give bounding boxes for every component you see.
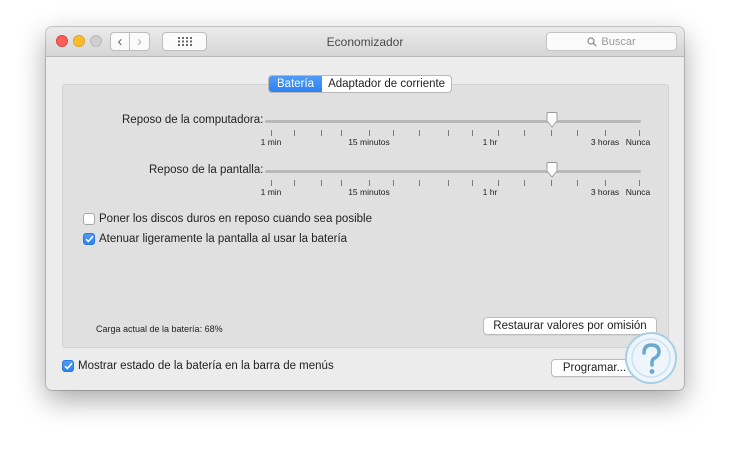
tick-label: 15 minutos	[348, 137, 390, 147]
tick-mark	[577, 180, 579, 186]
tick-mark	[392, 180, 394, 186]
help-logo-icon	[625, 332, 677, 384]
checkmark-icon	[84, 235, 94, 243]
show-battery-status-label: Mostrar estado de la batería en la barra…	[78, 360, 334, 372]
dim-display-option[interactable]: Atenuar ligeramente la pantalla al usar …	[83, 233, 347, 245]
computer-sleep-ticks	[265, 130, 641, 138]
title-bar: ‹ › Economizador Buscar	[46, 27, 684, 57]
tab-power-adapter[interactable]: Adaptador de corriente	[322, 76, 451, 92]
tick-label: 1 hr	[482, 187, 498, 197]
display-sleep-label: Reposo de la pantalla:	[149, 164, 264, 176]
tick-label: 15 minutos	[348, 187, 390, 197]
show-battery-status-checkbox[interactable]	[62, 360, 74, 372]
computer-sleep-slider[interactable]	[265, 112, 641, 132]
tick-mark	[369, 130, 371, 136]
tick-mark	[294, 130, 296, 136]
tick-mark	[271, 180, 273, 186]
preferences-window: ‹ › Economizador Buscar Batería Adaptado…	[46, 27, 684, 390]
tick-mark	[448, 130, 450, 136]
slider-knob[interactable]	[546, 162, 558, 178]
tick-mark	[341, 130, 343, 136]
slider-track	[265, 170, 641, 173]
tick-mark	[471, 130, 473, 136]
tick-label: Nunca	[625, 137, 651, 147]
show-battery-status-option[interactable]: Mostrar estado de la batería en la barra…	[62, 360, 334, 372]
tick-label: 1 min	[260, 187, 282, 197]
tick-mark	[471, 180, 473, 186]
display-sleep-slider[interactable]	[265, 162, 641, 182]
search-icon	[587, 36, 598, 47]
tick-label: 1 hr	[482, 137, 498, 147]
tick-mark	[605, 180, 607, 186]
tick-mark	[369, 180, 371, 186]
tick-mark	[524, 130, 526, 136]
disk-sleep-label: Poner los discos duros en reposo cuando …	[99, 213, 372, 225]
tick-mark	[448, 180, 450, 186]
tick-mark	[639, 130, 641, 136]
disk-sleep-option[interactable]: Poner los discos duros en reposo cuando …	[83, 213, 372, 225]
tick-mark	[419, 130, 421, 136]
slider-knob[interactable]	[546, 112, 558, 128]
search-field[interactable]: Buscar	[546, 32, 677, 51]
tick-mark	[320, 130, 322, 136]
tab-battery[interactable]: Batería	[269, 76, 323, 92]
tick-mark	[577, 130, 579, 136]
tick-mark	[498, 180, 500, 186]
slider-track	[265, 120, 641, 123]
tick-mark	[271, 130, 273, 136]
tick-mark	[550, 180, 552, 186]
tick-mark	[639, 180, 641, 186]
tick-mark	[294, 180, 296, 186]
dim-display-checkbox[interactable]	[83, 233, 95, 245]
tick-mark	[605, 130, 607, 136]
search-placeholder: Buscar	[601, 35, 636, 48]
tick-label: 3 horas	[590, 187, 620, 197]
tab-bar: Batería Adaptador de corriente	[268, 75, 453, 93]
tick-label: 1 min	[260, 137, 282, 147]
battery-charge-status: Carga actual de la batería: 68%	[96, 324, 223, 334]
disk-sleep-checkbox[interactable]	[83, 213, 95, 225]
tick-label: Nunca	[625, 187, 651, 197]
tick-mark	[341, 180, 343, 186]
tick-mark	[392, 130, 394, 136]
display-sleep-ticks	[265, 180, 641, 188]
tick-mark	[524, 180, 526, 186]
tick-mark	[320, 180, 322, 186]
tick-mark	[550, 130, 552, 136]
dim-display-label: Atenuar ligeramente la pantalla al usar …	[99, 233, 348, 245]
checkmark-icon	[63, 362, 73, 370]
tick-mark	[419, 180, 421, 186]
tick-label: 3 horas	[590, 137, 620, 147]
tick-mark	[498, 130, 500, 136]
computer-sleep-label: Reposo de la computadora:	[122, 114, 264, 126]
